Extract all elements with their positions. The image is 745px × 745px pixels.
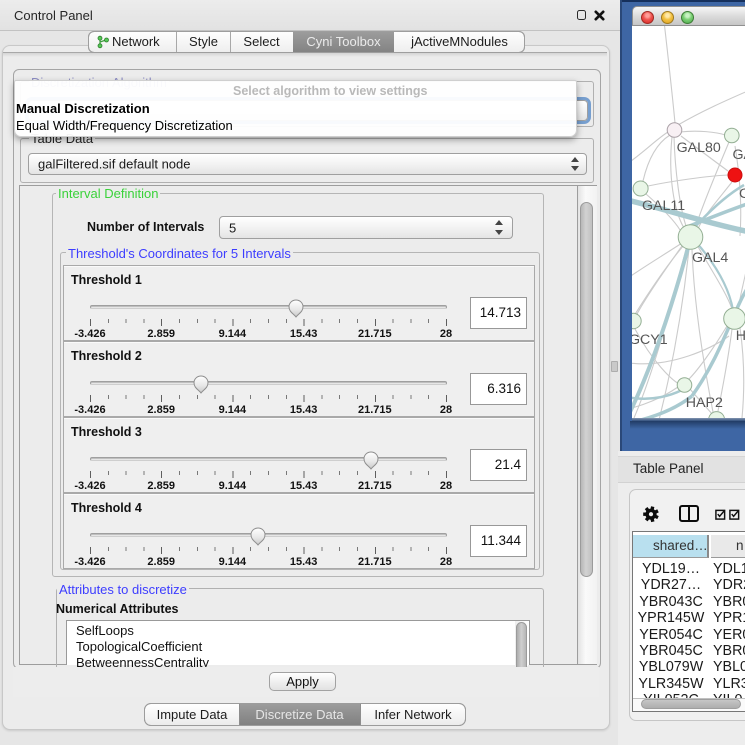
svg-text:GAL: GAL xyxy=(733,147,745,163)
svg-text:C: C xyxy=(739,186,745,202)
svg-text:GCY1: GCY1 xyxy=(632,332,668,348)
svg-text:H: H xyxy=(736,328,745,344)
svg-text:GAL11: GAL11 xyxy=(642,198,685,214)
svg-text:GAL80: GAL80 xyxy=(677,140,721,156)
svg-text:HAP2: HAP2 xyxy=(686,395,723,411)
svg-text:GAL4: GAL4 xyxy=(692,250,728,266)
